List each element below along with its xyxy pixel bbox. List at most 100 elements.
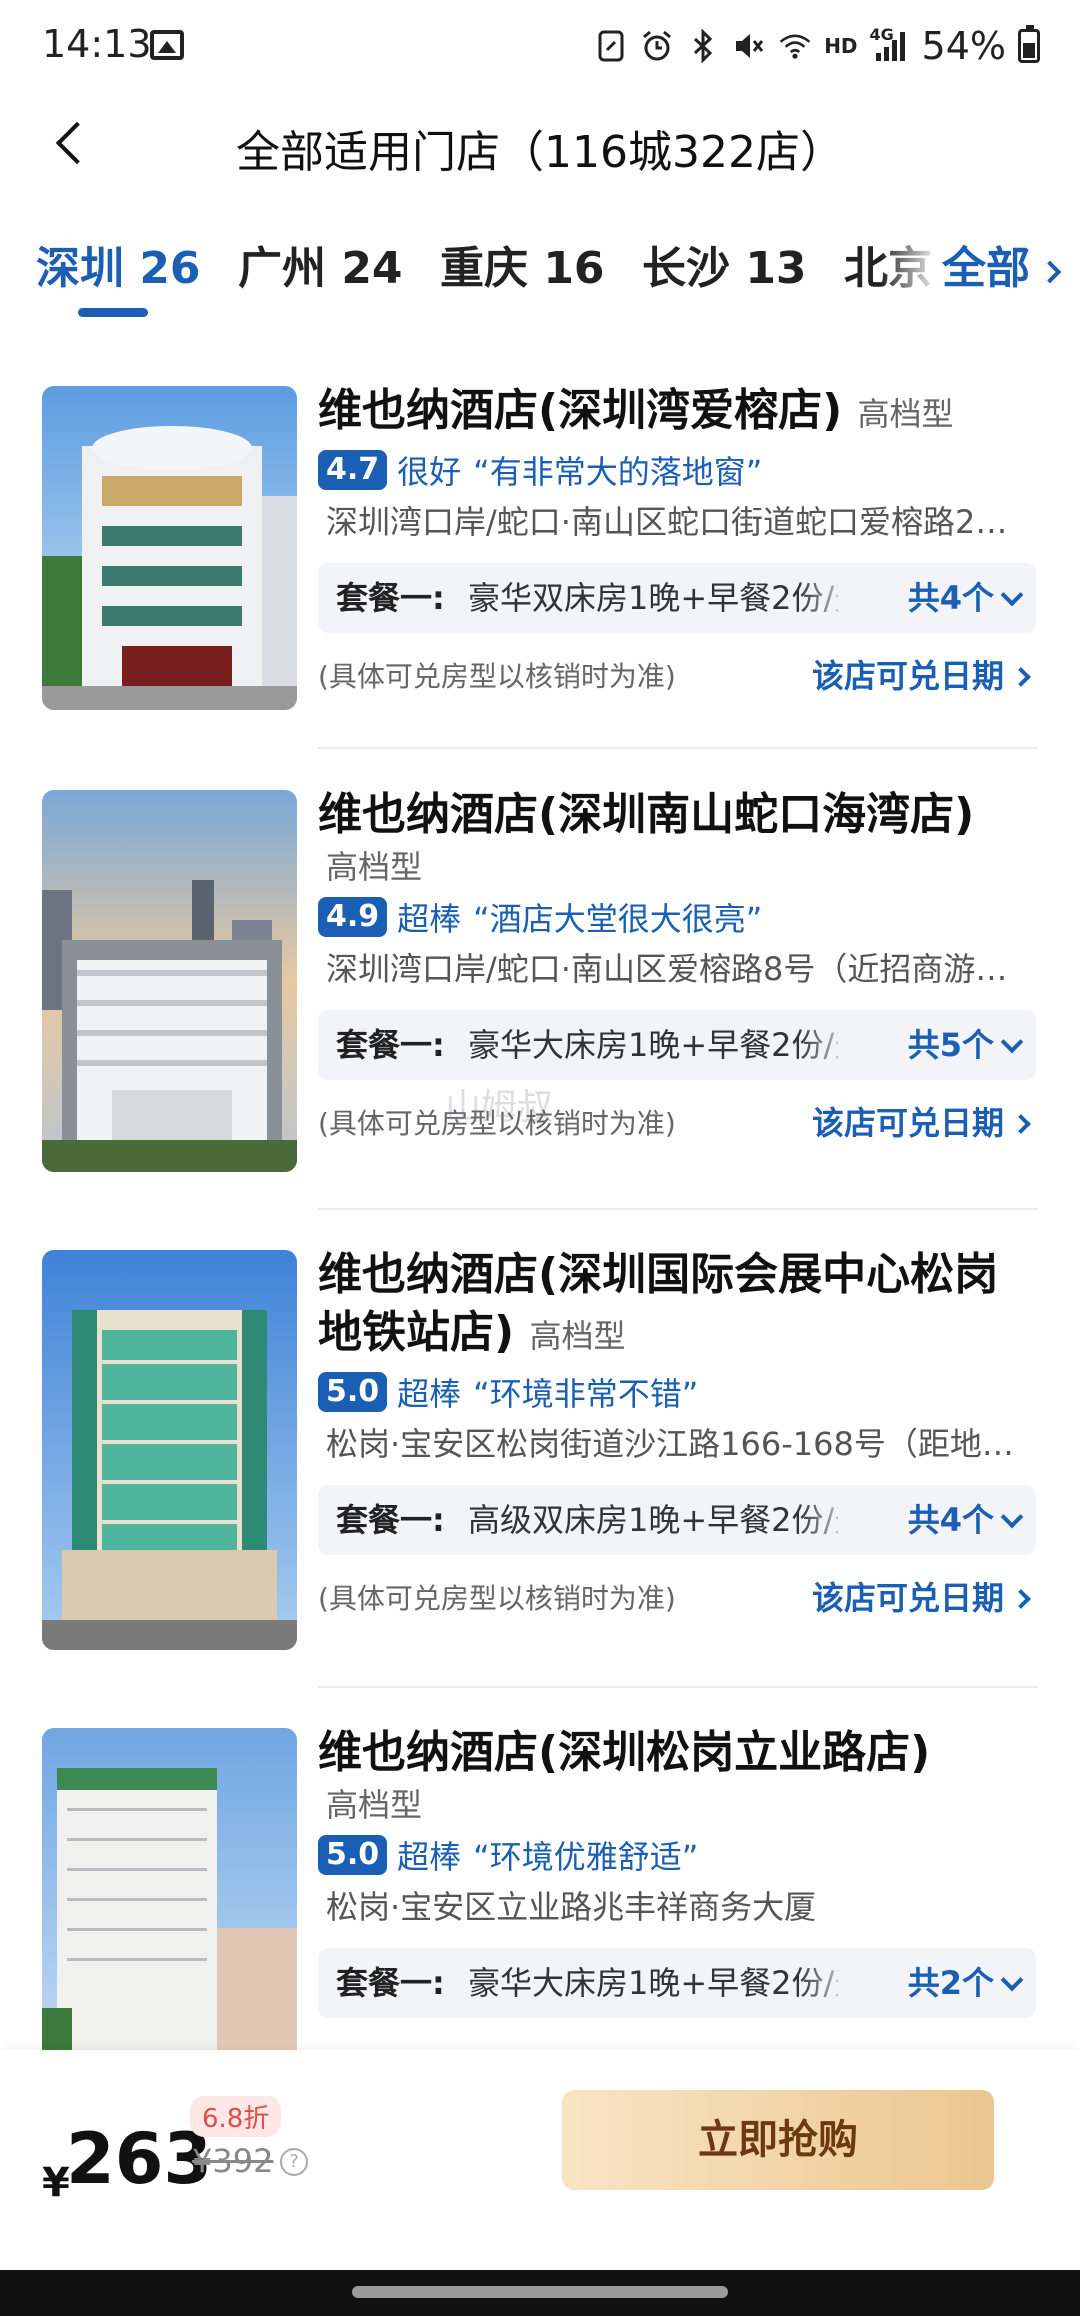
rating-label: 超棒: [397, 900, 462, 938]
tab-all-label: 全部: [942, 243, 1030, 294]
review-quote: “有非常大的落地窗”: [473, 453, 763, 491]
rating-score: 5.0: [318, 1372, 388, 1412]
hotel-info: 维也纳酒店(深圳南山蛇口海湾店) 高档型 4.9 超棒 “酒店大堂很大很亮” 深…: [318, 786, 1038, 1160]
package-fade: [798, 563, 858, 633]
redeem-label: 该店可兑日期: [811, 1104, 1004, 1142]
redeem-label: 该店可兑日期: [811, 1579, 1004, 1617]
package-desc: 豪华大床房1晚+早餐2份/天: [468, 1964, 838, 2002]
hotel-name: 维也纳酒店(深圳松岗立业路店): [318, 1727, 931, 1778]
chevron-down-icon: [1000, 583, 1024, 607]
city-tabs: 深圳 26 广州 24 重庆 16 长沙 13 北京 全部: [0, 218, 1080, 328]
hotel-name: 维也纳酒店(深圳湾爱榕店): [318, 385, 843, 436]
hotel-name: 维也纳酒店(深圳国际会展中心松岗地铁站店): [318, 1249, 999, 1358]
chevron-right-icon: [1038, 260, 1062, 284]
package-row[interactable]: 套餐一: 豪华大床房1晚+早餐2份/天 共5个: [318, 1010, 1036, 1080]
header: 全部适用门店（116城322店）: [0, 92, 1080, 192]
room-note: (具体可兑房型以核销时为准): [318, 660, 676, 693]
image-icon: [150, 30, 184, 60]
review-quote: “环境优雅舒适”: [473, 1838, 699, 1876]
note-row: (具体可兑房型以核销时为准) 该店可兑日期: [318, 1555, 1036, 1635]
redeem-dates-link[interactable]: 该店可兑日期: [811, 1573, 1031, 1619]
package-row[interactable]: 套餐一: 高级双床房1晚+早餐2份/天 共4个: [318, 1485, 1036, 1555]
current-price: 263: [66, 2118, 213, 2200]
package-count: 共4个: [907, 1501, 994, 1539]
hotel-photo[interactable]: [42, 1728, 297, 2050]
rating-row: 4.9 超棒 “酒店大堂很大很亮”: [318, 892, 1038, 942]
hotel-name: 维也纳酒店(深圳南山蛇口海湾店): [318, 789, 975, 840]
tab-all-button[interactable]: 全部: [938, 232, 1062, 296]
tab-chongqing[interactable]: 重庆 16: [440, 232, 605, 296]
review-quote: “环境非常不错”: [473, 1375, 699, 1413]
package-name: 套餐一:: [336, 1501, 445, 1539]
hotel-address: 深圳湾口岸/蛇口·南山区蛇口街道蛇口爱榕路2…: [326, 503, 1008, 541]
package-count: 共2个: [907, 1964, 994, 2002]
redeem-dates-link[interactable]: 该店可兑日期: [811, 651, 1031, 697]
hotel-grade: 高档型: [326, 848, 423, 886]
package-row[interactable]: 套餐一: 豪华大床房1晚+早餐2份/天 共2个: [318, 1948, 1036, 2018]
package-count-toggle[interactable]: 共2个: [907, 1948, 1024, 2018]
hotel-info: 维也纳酒店(深圳湾爱榕店) 高档型 4.7 很好 “有非常大的落地窗” 深圳湾口…: [318, 382, 1038, 713]
package-count-toggle[interactable]: 共5个: [907, 1010, 1024, 1080]
redeem-dates-link[interactable]: 该店可兑日期: [811, 1098, 1031, 1144]
buy-now-button[interactable]: 立即抢购: [562, 2090, 994, 2190]
help-icon[interactable]: ?: [280, 2148, 308, 2176]
package-fade: [798, 1010, 858, 1080]
hotel-photo[interactable]: [42, 386, 297, 710]
battery-fill: [1023, 42, 1035, 58]
status-icons: HD 4G 54%: [594, 22, 1040, 70]
divider: [318, 1686, 1038, 1688]
wifi-icon: [778, 29, 812, 63]
package-count: 共5个: [907, 1026, 994, 1064]
alarm-icon: [640, 29, 674, 63]
rating-row: 4.7 很好 “有非常大的落地窗”: [318, 445, 1038, 495]
tab-guangzhou[interactable]: 广州 24: [238, 232, 403, 296]
hotel-grade: 高档型: [857, 395, 954, 433]
tab-shenzhen[interactable]: 深圳 26: [36, 232, 201, 296]
rating-score: 5.0: [318, 1835, 388, 1875]
original-price: ¥392: [192, 2142, 274, 2180]
hotel-photo[interactable]: [42, 790, 297, 1172]
chevron-right-icon: [1011, 1589, 1031, 1609]
divider: [318, 747, 1038, 749]
hotel-address: 松岗·宝安区松岗街道沙江路166-168号（距地…: [326, 1425, 1014, 1463]
note-row: (具体可兑房型以核销时为准) 该店可兑日期: [318, 633, 1036, 713]
home-indicator[interactable]: [352, 2286, 728, 2298]
network-type-label: 4G: [869, 25, 894, 44]
hotel-address: 松岗·宝安区立业路兆丰祥商务大厦: [326, 1888, 817, 1926]
package-count-toggle[interactable]: 共4个: [907, 1485, 1024, 1555]
package-row[interactable]: 套餐一: 豪华双床房1晚+早餐2份/天 共4个: [318, 563, 1036, 633]
hotel-address: 深圳湾口岸/蛇口·南山区爱榕路8号（近招商游…: [326, 950, 1008, 988]
battery-icon: [1018, 25, 1040, 63]
room-note: (具体可兑房型以核销时为准): [318, 1582, 676, 1615]
package-name: 套餐一:: [336, 1964, 445, 2002]
package-desc: 豪华双床房1晚+早餐2份/天: [468, 579, 838, 617]
rating-score: 4.7: [318, 450, 388, 490]
hotel-list[interactable]: 维也纳酒店(深圳湾爱榕店) 高档型 4.7 很好 “有非常大的落地窗” 深圳湾口…: [0, 340, 1080, 2050]
hotel-grade: 高档型: [326, 1786, 423, 1824]
rating-label: 超棒: [397, 1375, 462, 1413]
hotel-info: 维也纳酒店(深圳松岗立业路店) 高档型 5.0 超棒 “环境优雅舒适” 松岗·宝…: [318, 1724, 1038, 2018]
tab-active-indicator: [78, 308, 148, 317]
chevron-down-icon: [1000, 1968, 1024, 1992]
package-desc: 豪华大床房1晚+早餐2份/天: [468, 1026, 838, 1064]
hotel-photo[interactable]: [42, 1250, 297, 1650]
tab-changsha[interactable]: 长沙 13: [642, 232, 807, 296]
battery-percent: 54%: [921, 24, 1006, 68]
package-name: 套餐一:: [336, 1026, 445, 1064]
rating-label: 超棒: [397, 1838, 462, 1876]
rating-score: 4.9: [318, 897, 388, 937]
package-name: 套餐一:: [336, 579, 445, 617]
tabs-fade: [880, 218, 940, 318]
status-time: 14:13: [42, 22, 152, 66]
divider: [318, 1208, 1038, 1210]
signal-icon: 4G: [870, 25, 910, 63]
chevron-down-icon: [1000, 1505, 1024, 1529]
rating-row: 5.0 超棒 “环境优雅舒适”: [318, 1830, 1038, 1880]
package-count-toggle[interactable]: 共4个: [908, 563, 1024, 633]
hotel-info: 维也纳酒店(深圳国际会展中心松岗地铁站店) 高档型 5.0 超棒 “环境非常不错…: [318, 1246, 1038, 1635]
page-title: 全部适用门店（116城322店）: [236, 127, 844, 178]
hotel-grade: 高档型: [529, 1317, 626, 1355]
redeem-label: 该店可兑日期: [811, 657, 1004, 695]
page: 14:13 HD 4G 54% 全部适用门店（116城322店） 深圳 26 广…: [0, 0, 1080, 2316]
note-row: (具体可兑房型以核销时为准) 该店可兑日期: [318, 1080, 1036, 1160]
